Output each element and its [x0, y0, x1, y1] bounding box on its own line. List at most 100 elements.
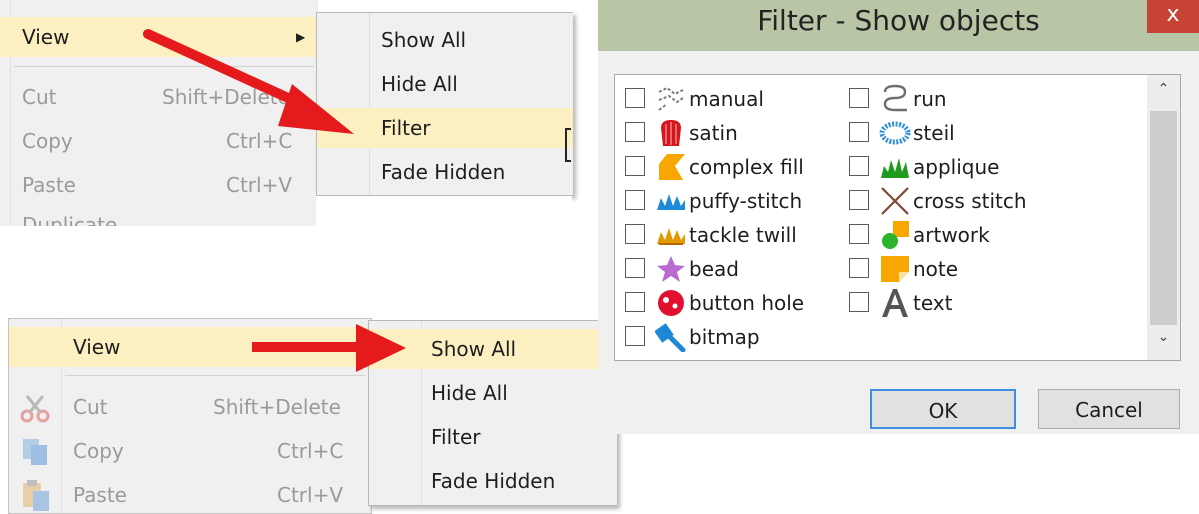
list-item-label: satin — [689, 121, 738, 145]
list-item-satin[interactable]: satin — [625, 118, 835, 148]
arrow-head — [278, 84, 354, 134]
list-item-note[interactable]: note — [849, 254, 1069, 284]
menu-item-copy-shortcut: Ctrl+C — [277, 439, 344, 463]
list-item-applique[interactable]: applique — [849, 152, 1069, 182]
checkbox[interactable] — [849, 224, 869, 244]
arrow-shaft — [252, 342, 360, 352]
submenu-item-filter[interactable]: Filter — [369, 417, 617, 457]
cancel-button[interactable]: Cancel — [1038, 389, 1180, 429]
menu-separator — [65, 375, 365, 376]
menu-item-paste-shortcut: Ctrl+V — [277, 483, 344, 507]
checkbox[interactable] — [849, 292, 869, 312]
checkbox[interactable] — [625, 122, 645, 142]
text-cursor-icon — [565, 128, 571, 162]
list-item-button-hole[interactable]: button hole — [625, 288, 835, 318]
submenu-item-fade-hidden[interactable]: Fade Hidden — [317, 152, 573, 192]
list-item-label: complex fill — [689, 155, 804, 179]
submenu-item-filter-label: Filter — [381, 116, 431, 140]
list-item-complex-fill[interactable]: complex fill — [625, 152, 835, 182]
submenu-item-fade-hidden[interactable]: Fade Hidden — [369, 461, 617, 501]
steil-icon — [879, 121, 911, 145]
note-icon — [881, 256, 909, 282]
checkbox[interactable] — [849, 258, 869, 278]
button-hole-icon — [658, 290, 684, 316]
list-item-label: cross stitch — [913, 189, 1027, 213]
complex-fill-icon — [659, 154, 685, 180]
menu-item-paste-label: Paste — [22, 173, 76, 197]
arrow-head — [356, 324, 406, 372]
list-item-text[interactable]: text — [849, 288, 1069, 318]
list-item-label: bitmap — [689, 325, 760, 349]
close-icon: x — [1166, 2, 1180, 27]
menu-item-view-label: View — [22, 25, 70, 49]
checkbox[interactable] — [625, 190, 645, 210]
arrow-shaft — [143, 29, 315, 113]
menu-item-duplicate-label: Duplicate — [22, 213, 118, 226]
ok-button[interactable]: OK — [870, 389, 1016, 429]
checkbox[interactable] — [625, 326, 645, 346]
submenu-item-hide-all-label: Hide All — [431, 381, 508, 405]
red-arrow-icon — [252, 324, 406, 372]
checkbox[interactable] — [625, 156, 645, 176]
manual-stitch-icon — [658, 86, 684, 111]
scissors-icon — [20, 395, 50, 423]
scroll-up-icon[interactable]: ⌃ — [1147, 81, 1180, 97]
list-item-artwork[interactable]: artwork — [849, 220, 1069, 250]
checkbox[interactable] — [625, 224, 645, 244]
paste-icon — [23, 480, 49, 511]
menu-item-view-label: View — [73, 335, 121, 359]
menu-item-duplicate[interactable]: Duplicate — [0, 205, 318, 226]
checkbox[interactable] — [625, 292, 645, 312]
cross-stitch-icon — [881, 187, 909, 215]
list-item-label: tackle twill — [689, 223, 797, 247]
artwork-icon — [882, 221, 909, 249]
submenu-item-hide-all[interactable]: Hide All — [369, 373, 617, 413]
list-item-label: text — [913, 291, 953, 315]
list-item-label: manual — [689, 87, 764, 111]
list-item-run[interactable]: run — [849, 84, 1069, 114]
run-stitch-icon — [883, 84, 907, 112]
list-item-label: button hole — [689, 291, 805, 315]
satin-icon — [661, 120, 681, 146]
close-button[interactable]: x — [1147, 0, 1199, 33]
list-scrollbar[interactable]: ⌃ ⌄ — [1147, 75, 1180, 360]
menu-item-copy-label: Copy — [73, 439, 124, 463]
checkbox[interactable] — [625, 88, 645, 108]
list-item-bitmap[interactable]: bitmap — [625, 322, 835, 352]
list-item-label: bead — [689, 257, 739, 281]
list-item-puffy-stitch[interactable]: puffy-stitch — [625, 186, 835, 216]
list-item-label: steil — [913, 121, 955, 145]
puffy-stitch-icon — [657, 194, 685, 210]
submenu-item-show-all-label: Show All — [381, 28, 467, 52]
scroll-down-icon[interactable]: ⌄ — [1147, 329, 1180, 345]
menu-bottom-edge — [316, 196, 572, 226]
menu-item-paste[interactable]: Paste Ctrl+V — [0, 165, 318, 205]
list-item-manual[interactable]: manual — [625, 84, 835, 114]
checkbox[interactable] — [849, 190, 869, 210]
checkbox[interactable] — [625, 258, 645, 278]
menu-item-cut[interactable]: Cut Shift+Delete — [9, 387, 371, 427]
menu-item-copy[interactable]: Copy Ctrl+C — [9, 431, 371, 471]
red-arrow-icon — [143, 29, 354, 134]
submenu-item-filter-label: Filter — [431, 425, 481, 449]
submenu-item-hide-all-label: Hide All — [381, 72, 458, 96]
list-item-steil[interactable]: steil — [849, 118, 1069, 148]
checkbox[interactable] — [849, 122, 869, 142]
checkbox[interactable] — [849, 156, 869, 176]
menu-item-cut-shortcut: Shift+Delete — [213, 395, 341, 419]
menu-item-paste[interactable]: Paste Ctrl+V — [9, 475, 371, 513]
list-item-label: puffy-stitch — [689, 189, 803, 213]
list-item-label: applique — [913, 155, 1000, 179]
list-item-bead[interactable]: bead — [625, 254, 835, 284]
text-icon — [882, 289, 908, 317]
menu-item-copy-label: Copy — [22, 129, 73, 153]
submenu-item-show-all-label: Show All — [431, 337, 517, 361]
menu-item-paste-label: Paste — [73, 483, 127, 507]
list-item-cross-stitch[interactable]: cross stitch — [849, 186, 1069, 216]
applique-icon — [881, 158, 909, 178]
object-type-list: manual satin complex fill puffy-stitch t… — [614, 74, 1181, 361]
checkbox[interactable] — [849, 88, 869, 108]
list-item-tackle-twill[interactable]: tackle twill — [625, 220, 835, 250]
menu-item-cut-label: Cut — [22, 85, 57, 109]
scroll-thumb[interactable] — [1150, 111, 1177, 325]
